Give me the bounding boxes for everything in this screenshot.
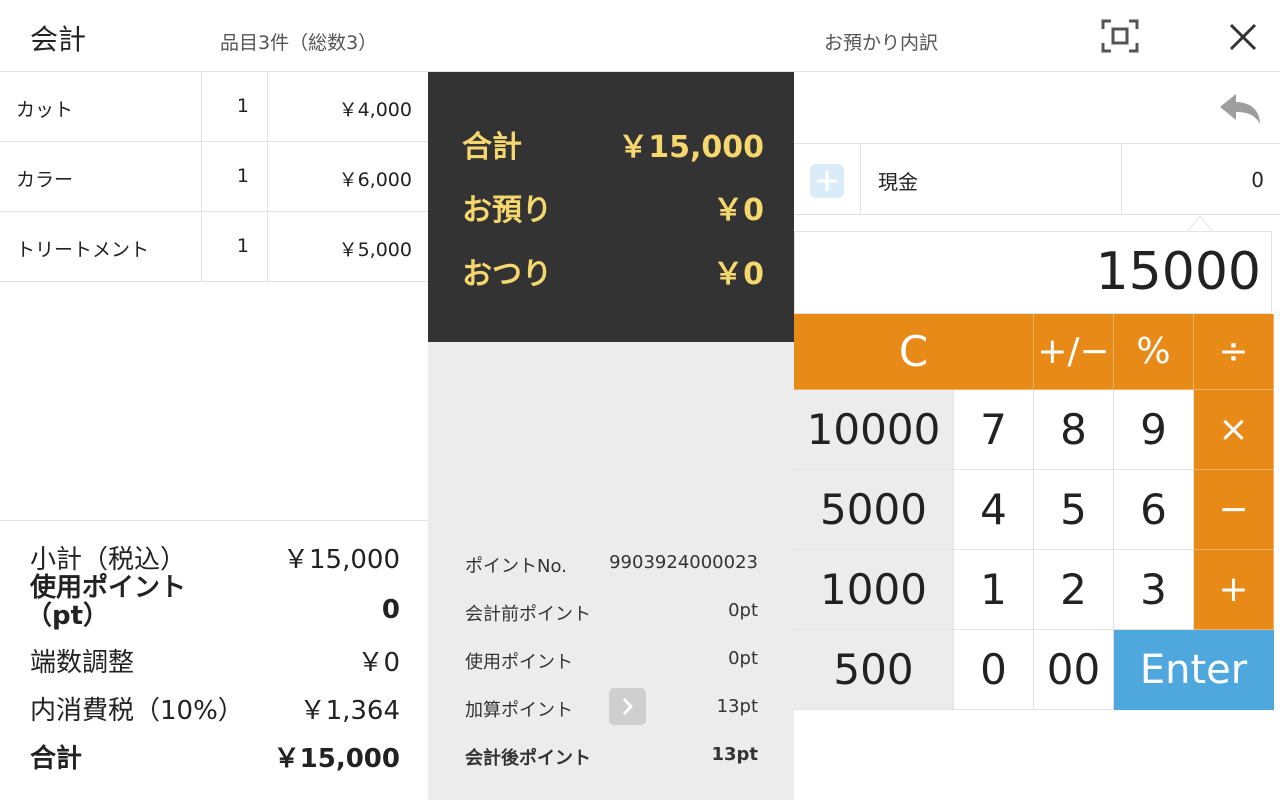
close-icon (1229, 23, 1257, 51)
item-list: カット 1 ￥4,000 カラー 1 ￥6,000 トリートメント 1 ￥5,0… (0, 72, 428, 282)
chevron-right-icon (622, 697, 634, 716)
key-9[interactable]: 9 (1114, 390, 1194, 470)
key-8[interactable]: 8 (1034, 390, 1114, 470)
item-qty: 1 (201, 212, 268, 281)
plus-key[interactable]: + (1194, 550, 1274, 630)
item-name: トリートメント (16, 239, 150, 261)
points-used-label: 使用ポイント (465, 652, 573, 673)
points-before-value: 0pt (728, 600, 758, 621)
list-item[interactable]: カット 1 ￥4,000 (0, 72, 428, 142)
item-name: カラー (16, 169, 74, 191)
subtotal-value: ￥15,000 (283, 545, 400, 575)
add-payment-button[interactable] (810, 164, 844, 198)
header: 会計 品目3件（総数3） お預かり内訳 (0, 0, 1280, 72)
rounding-label: 端数調整 (30, 648, 135, 678)
item-name: カット (16, 99, 74, 121)
points-before-label: 会計前ポイント (465, 604, 591, 625)
list-item[interactable]: カラー 1 ￥6,000 (0, 142, 428, 212)
point-number-label: ポイントNo. (465, 556, 567, 577)
payment-row: 現金 0 (794, 143, 1280, 215)
points-after-value: 13pt (711, 744, 758, 765)
divider (1121, 144, 1122, 214)
payment-amount[interactable]: 0 (1251, 168, 1264, 192)
points-added-value: 13pt (716, 696, 758, 717)
plus-minus-key[interactable]: +/− (1034, 314, 1114, 390)
calculator-keypad: C +/− % ÷ 10000 7 8 9 × 5000 4 5 6 − 100… (794, 314, 1274, 710)
item-count: 品目3件（総数3） (220, 32, 378, 54)
key-7[interactable]: 7 (954, 390, 1034, 470)
item-price: ￥6,000 (338, 169, 412, 191)
total-value: ￥15,000 (273, 744, 400, 774)
box-total-label: 合計 (462, 130, 522, 165)
key-500[interactable]: 500 (794, 630, 954, 710)
expand-icon (1101, 19, 1139, 53)
caret-icon (1187, 215, 1213, 232)
key-4[interactable]: 4 (954, 470, 1034, 550)
plus-icon (817, 171, 837, 191)
key-10000[interactable]: 10000 (794, 390, 954, 470)
undo-icon (1220, 94, 1260, 124)
points-added-label: 加算ポイント (465, 700, 573, 721)
undo-button[interactable] (1218, 92, 1262, 128)
item-qty: 1 (201, 142, 268, 211)
key-3[interactable]: 3 (1114, 550, 1194, 630)
point-number-value: 9903924000023 (609, 552, 758, 573)
minus-key[interactable]: − (1194, 470, 1274, 550)
box-deposit-value: ￥0 (713, 193, 764, 228)
display-value: 15000 (1095, 242, 1261, 302)
item-price: ￥4,000 (338, 99, 412, 121)
enter-key[interactable]: Enter (1114, 630, 1274, 710)
key-1000[interactable]: 1000 (794, 550, 954, 630)
box-change-label: おつり (462, 257, 552, 292)
clear-key[interactable]: C (794, 314, 1034, 390)
key-1[interactable]: 1 (954, 550, 1034, 630)
tax-value: ￥1,364 (299, 696, 400, 726)
key-5[interactable]: 5 (1034, 470, 1114, 550)
used-points-label-unit: （pt） (26, 601, 110, 631)
total-label: 合計 (30, 744, 83, 774)
box-change-value: ￥0 (713, 257, 764, 292)
expand-button[interactable] (1101, 19, 1139, 53)
key-6[interactable]: 6 (1114, 470, 1194, 550)
close-button[interactable] (1226, 20, 1260, 54)
list-item[interactable]: トリートメント 1 ￥5,000 (0, 212, 428, 282)
page-title: 会計 (30, 23, 87, 56)
key-5000[interactable]: 5000 (794, 470, 954, 550)
percent-key[interactable]: % (1114, 314, 1194, 390)
payment-method[interactable]: 現金 (878, 166, 918, 195)
summary-panel: 小計（税込） ￥15,000 使用ポイント （pt） 0 端数調整 ￥0 内消費… (0, 520, 428, 800)
item-qty: 1 (201, 72, 268, 141)
breakdown-title: お預かり内訳 (824, 32, 939, 54)
divider (860, 144, 861, 214)
key-00[interactable]: 00 (1034, 630, 1114, 710)
box-total-value: ￥15,000 (618, 130, 764, 165)
key-0[interactable]: 0 (954, 630, 1034, 710)
points-panel: ポイントNo. 9903924000023 会計前ポイント 0pt 使用ポイント… (428, 342, 794, 800)
calculator-display: 15000 (794, 231, 1272, 314)
tax-label: 内消費税（10%） (30, 696, 244, 726)
rounding-value: ￥0 (357, 648, 400, 678)
key-2[interactable]: 2 (1034, 550, 1114, 630)
points-added-detail-button[interactable] (609, 688, 646, 725)
divide-key[interactable]: ÷ (1194, 314, 1274, 390)
box-deposit-label: お預り (462, 193, 552, 228)
totals-box: 合計 ￥15,000 お預り ￥0 おつり ￥0 (428, 72, 794, 342)
points-after-label: 会計後ポイント (465, 748, 591, 769)
points-used-value: 0pt (728, 648, 758, 669)
used-points-value: 0 (381, 595, 400, 625)
multiply-key[interactable]: × (1194, 390, 1274, 470)
item-price: ￥5,000 (338, 239, 412, 261)
